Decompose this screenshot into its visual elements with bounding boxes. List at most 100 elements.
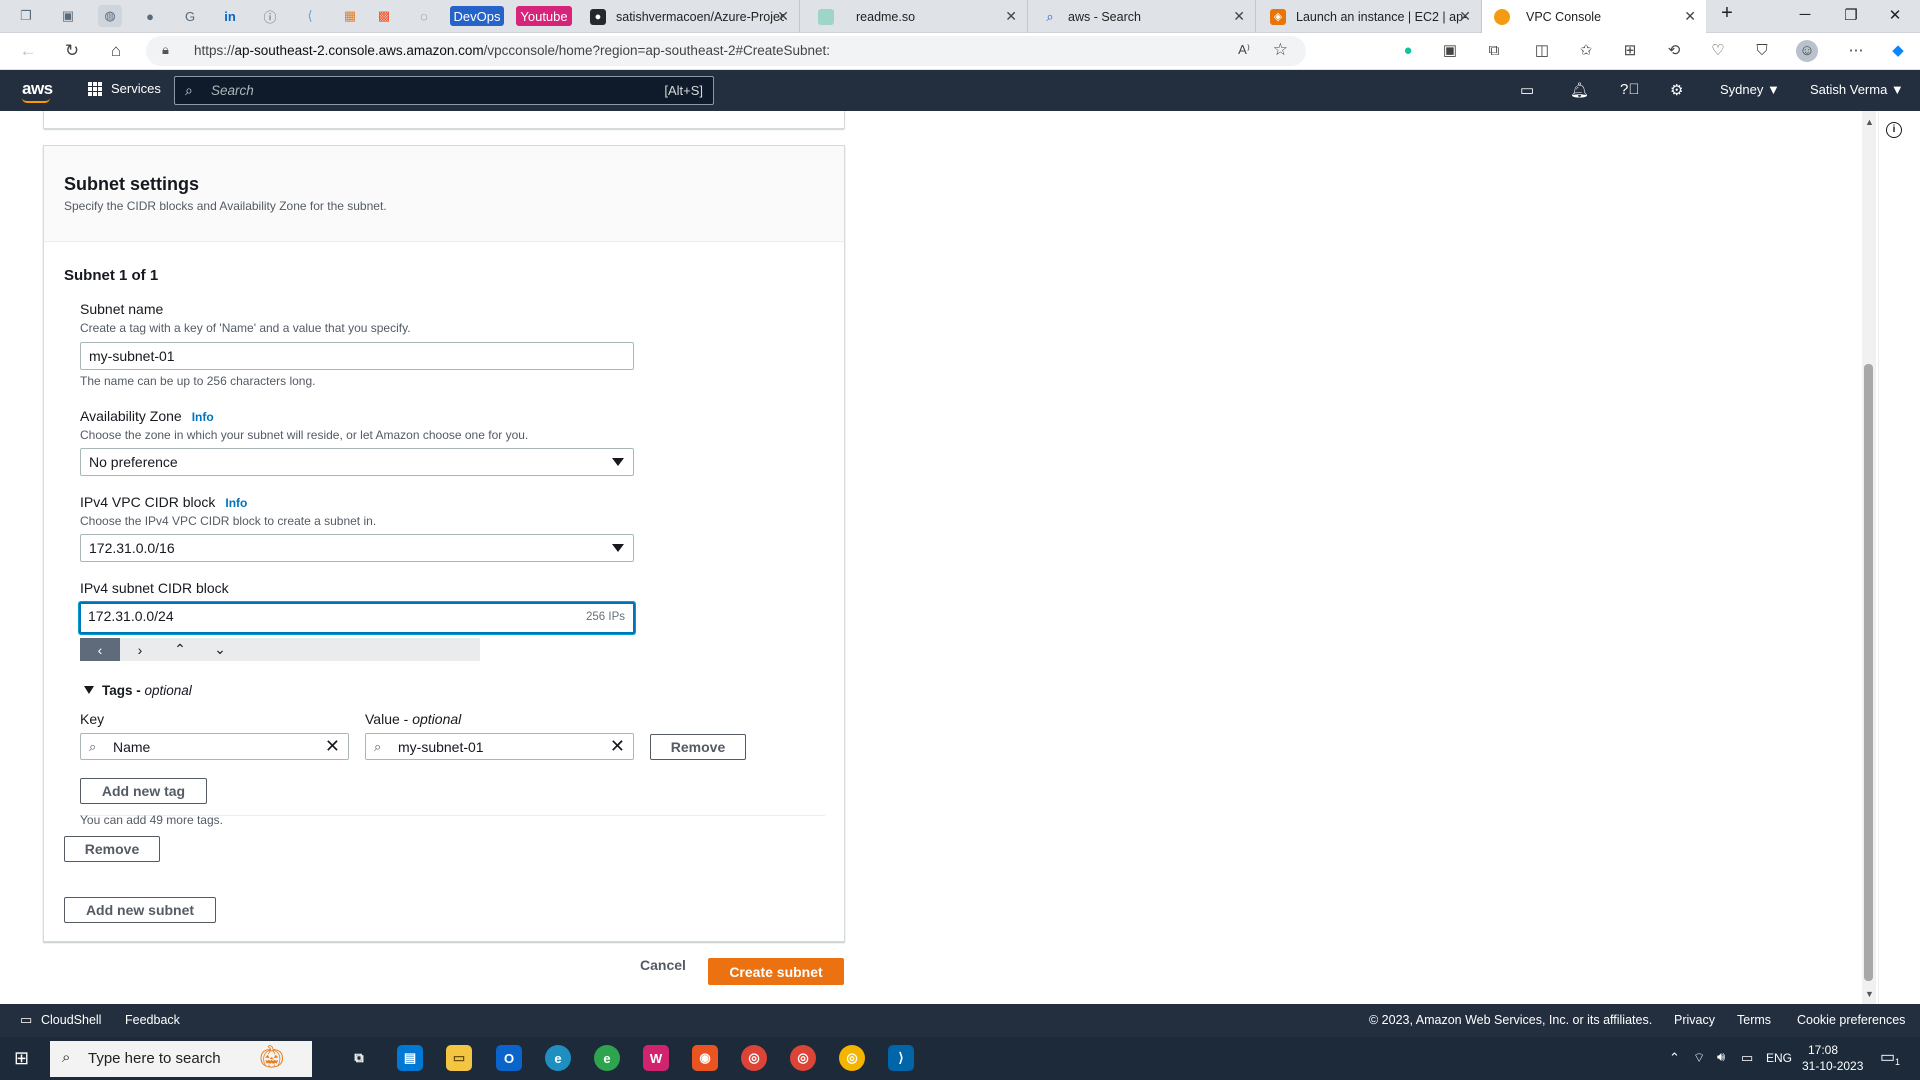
language-indicator[interactable]: ENG [1766,1051,1792,1065]
show-hidden-icons-icon[interactable]: ⌃ [1669,1050,1680,1066]
availability-zone-select[interactable]: No preference [80,448,634,476]
info-icon[interactable]: ⓘ [258,5,282,27]
tag-value-input[interactable]: ⌕ my-subnet-01 ✕ [365,733,634,760]
pinned-youtube-tab[interactable]: Youtube [516,6,572,26]
chrome-icon[interactable]: ◎ [741,1045,767,1071]
store-icon[interactable]: ▤ [397,1045,423,1071]
wps-icon[interactable]: W [643,1045,669,1071]
ubuntu-icon[interactable]: ◉ [692,1045,718,1071]
cloudshell-icon[interactable]: ▭ [1520,81,1534,99]
notifications-icon[interactable]: ▭ [1880,1047,1895,1067]
task-view-icon[interactable]: ⧉ [346,1045,372,1071]
file-explorer-icon[interactable]: ▭ [446,1045,472,1071]
close-icon[interactable]: ✕ [1233,8,1245,25]
minimize-icon[interactable]: ─ [1790,6,1820,23]
tag-key-input[interactable]: ⌕ Name ✕ [80,733,349,760]
close-icon[interactable]: ✕ [1684,8,1696,25]
github-icon[interactable]: ● [138,5,162,27]
tags-toggle[interactable]: Tags - optional [84,683,192,698]
chevron-right-icon[interactable]: › [120,638,160,661]
tab-github[interactable]: ● satishvermacoen/Azure-Projec ✕ [578,0,800,33]
picture-in-picture-icon[interactable]: ▣ [1438,40,1462,62]
refresh-icon[interactable]: ↻ [60,40,84,62]
google-icon[interactable]: G [178,5,202,27]
tab-aws-search[interactable]: ⌕ aws - Search ✕ [1030,0,1256,33]
url-text[interactable]: https://ap-southeast-2.console.aws.amazo… [194,43,830,58]
edge-icon[interactable]: e [545,1045,571,1071]
pinned-tab-icon[interactable]: ▦ [338,5,362,27]
tab-actions-icon[interactable]: ▣ [56,5,80,27]
copilot-icon[interactable]: ◆ [1886,40,1910,62]
home-icon[interactable]: ⌂ [104,40,128,62]
lock-icon[interactable]: 🔒︎ [162,42,169,58]
remove-subnet-button[interactable]: Remove [64,836,160,862]
favorites-icon[interactable]: ✩ [1574,40,1598,62]
region-selector[interactable]: Sydney ▼ [1720,82,1780,97]
chevron-down-icon[interactable]: ⌄ [200,638,240,661]
microsoft-icon[interactable]: ▩ [372,5,396,27]
clock-time[interactable]: 17:08 [1808,1043,1838,1057]
settings-gear-icon[interactable]: ⚙ [1670,81,1683,99]
aws-search-input[interactable]: ⌕ Search [Alt+S] [174,76,714,105]
account-menu[interactable]: Satish Verma ▼ [1810,82,1904,97]
battery-icon[interactable]: ▭ [1741,1050,1753,1066]
terms-link[interactable]: Terms [1737,1013,1771,1027]
windows-start-icon[interactable]: ⊞ [14,1048,29,1069]
add-new-tag-button[interactable]: Add new tag [80,778,207,804]
read-aloud-icon[interactable]: A⁾ [1238,42,1250,58]
performance-icon[interactable]: ♡ [1706,40,1730,62]
extensions-icon[interactable]: ⧉ [1482,40,1506,62]
grammarly-icon[interactable]: ● [1396,40,1420,62]
more-menu-icon[interactable]: ⋯ [1844,40,1868,62]
restore-icon[interactable]: ❐ [1836,6,1866,24]
address-bar[interactable]: 🔒︎ https://ap-southeast-2.console.aws.am… [146,36,1306,66]
workspaces-icon[interactable]: ❐ [14,5,38,27]
clear-icon[interactable]: ✕ [325,736,340,757]
network-icon[interactable]: ⌔ [1693,1050,1705,1066]
outlook-icon[interactable]: O [496,1045,522,1071]
notifications-bell-icon[interactable]: 🔔︎ [1570,81,1589,99]
az-info-link[interactable]: Info [192,410,214,424]
pinned-tab-icon[interactable]: ◌ [412,5,436,27]
help-icon[interactable]: ?⃝ [1620,81,1640,98]
cloudshell-link[interactable]: CloudShell [41,1013,101,1027]
close-icon[interactable]: ✕ [777,8,789,25]
chevron-up-icon[interactable]: ⌃ [160,638,200,661]
privacy-link[interactable]: Privacy [1674,1013,1715,1027]
taskbar-search-input[interactable]: ⌕ Type here to search 🎃︎ [50,1041,312,1077]
tab-vpc-console[interactable]: VPC Console ✕ [1482,0,1706,33]
subnet-cidr-input[interactable]: 172.31.0.0/24 256 IPs [79,602,635,634]
vpc-cidr-select[interactable]: 172.31.0.0/16 [80,534,634,562]
pinned-tab-icon[interactable]: ◍ [98,5,122,27]
chrome-icon[interactable]: ◎ [839,1045,865,1071]
info-panel-icon[interactable]: i [1886,122,1902,138]
chrome-icon[interactable]: ◎ [790,1045,816,1071]
scroll-down-icon[interactable]: ▼ [1865,989,1874,999]
close-window-icon[interactable]: ✕ [1880,6,1910,24]
history-icon[interactable]: ⟲ [1662,40,1686,62]
close-icon[interactable]: ✕ [1459,8,1471,25]
browser-essentials-icon[interactable]: ⛉ [1750,40,1774,62]
favorite-star-icon[interactable]: ☆ [1273,40,1288,60]
clock-date[interactable]: 31-10-2023 [1802,1059,1863,1073]
split-screen-icon[interactable]: ◫ [1530,40,1554,62]
chevron-left-icon[interactable]: ‹ [80,638,120,661]
profile-avatar[interactable]: ☺ [1796,40,1818,62]
collections-icon[interactable]: ⊞ [1618,40,1642,62]
cookie-preferences-link[interactable]: Cookie preferences [1797,1013,1905,1027]
scroll-up-icon[interactable]: ▲ [1865,117,1874,127]
remove-tag-button[interactable]: Remove [650,734,746,760]
back-icon[interactable]: ← [16,40,40,62]
cloudshell-icon[interactable]: ▭ [20,1012,32,1028]
services-menu[interactable]: Services [88,81,161,96]
cancel-button[interactable]: Cancel [640,957,686,973]
pinned-devops-tab[interactable]: DevOps [450,6,504,26]
add-new-subnet-button[interactable]: Add new subnet [64,897,216,923]
edge-beta-icon[interactable]: e [594,1045,620,1071]
linkedin-icon[interactable]: in [218,5,242,27]
clear-icon[interactable]: ✕ [610,736,625,757]
create-subnet-button[interactable]: Create subnet [708,958,844,985]
tab-readme[interactable]: readme.so ✕ [806,0,1028,33]
vscode-icon[interactable]: ⟩ [888,1045,914,1071]
new-tab-icon[interactable]: + [1712,2,1742,25]
